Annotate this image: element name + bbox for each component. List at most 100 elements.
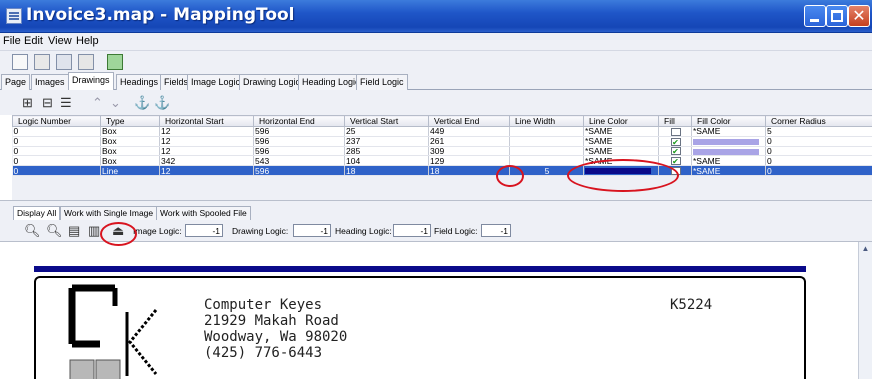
cell-hend[interactable]: 596 xyxy=(253,136,345,147)
cell-logic[interactable]: 0 xyxy=(12,126,101,137)
cell-type[interactable]: Line xyxy=(100,165,160,176)
cell-fill-color[interactable]: *SAME xyxy=(691,126,766,137)
cell-width[interactable] xyxy=(509,136,584,147)
vertical-scrollbar[interactable]: ▲ xyxy=(858,242,872,379)
cell-hstart[interactable]: 12 xyxy=(159,126,254,137)
zoom-out-icon[interactable]: 🔍︎ xyxy=(24,224,41,238)
tab-image-logic[interactable]: Image Logic xyxy=(187,74,245,90)
cell-line-color[interactable]: *SAME xyxy=(583,146,659,157)
add-row-icon[interactable]: ⊞ xyxy=(22,96,33,110)
menu-help[interactable]: Help xyxy=(76,35,99,47)
cell-logic[interactable]: 0 xyxy=(12,136,101,147)
cell-radius[interactable]: 0 xyxy=(765,165,872,176)
document-preview[interactable]: Computer Keyes 21929 Makah Road Woodway,… xyxy=(0,242,858,379)
scroll-up-icon[interactable]: ▲ xyxy=(860,243,871,255)
cell-hend[interactable]: 596 xyxy=(253,126,345,137)
tab-heading-logic[interactable]: Heading Logic xyxy=(298,74,364,90)
menu-edit[interactable]: Edit xyxy=(24,35,43,47)
col-horizontal-end[interactable]: Horizontal End xyxy=(253,115,345,127)
close-button[interactable]: ✕ xyxy=(848,5,870,27)
cell-radius[interactable]: 0 xyxy=(765,136,872,147)
save-icon[interactable] xyxy=(56,54,72,70)
cell-hstart[interactable]: 12 xyxy=(159,136,254,147)
table-row-selected[interactable]: 0 Line 12 596 18 18 5 *SAME 0 xyxy=(12,165,872,176)
col-logic-number[interactable]: Logic Number xyxy=(12,115,101,127)
cell-vstart[interactable]: 237 xyxy=(344,136,429,147)
col-vertical-end[interactable]: Vertical End xyxy=(428,115,510,127)
tab-drawing-logic[interactable]: Drawing Logic xyxy=(239,74,305,90)
drawing-logic-spinner[interactable]: -1 xyxy=(293,224,331,237)
col-fill-color[interactable]: Fill Color xyxy=(691,115,766,127)
open-folder-icon[interactable] xyxy=(34,54,50,70)
cell-type[interactable]: Box xyxy=(100,146,160,157)
heading-logic-spinner[interactable]: -1 xyxy=(393,224,431,237)
cell-width[interactable] xyxy=(509,146,584,157)
insert-row-icon[interactable]: ⊟ xyxy=(42,96,53,110)
tab-drawings[interactable]: Drawings xyxy=(68,72,114,90)
tab-images[interactable]: Images xyxy=(31,74,69,90)
tab-work-spooled-file[interactable]: Work with Spooled File xyxy=(156,206,251,220)
cell-type[interactable]: Box xyxy=(100,126,160,137)
cell-vend[interactable]: 309 xyxy=(428,146,510,157)
cell-vend[interactable]: 129 xyxy=(428,155,510,166)
cell-hend[interactable]: 543 xyxy=(253,155,345,166)
cell-fill-color[interactable]: *SAME xyxy=(691,165,766,176)
cell-type[interactable]: Box xyxy=(100,136,160,147)
col-fill[interactable]: Fill xyxy=(658,115,692,127)
new-file-icon[interactable] xyxy=(12,54,28,70)
cell-hend[interactable]: 596 xyxy=(253,165,345,176)
col-line-color[interactable]: Line Color xyxy=(583,115,659,127)
fill-checkbox[interactable]: ✔ xyxy=(670,147,681,155)
cell-hstart[interactable]: 12 xyxy=(159,165,254,176)
table-row[interactable]: 0 Box 342 543 104 129 *SAME ✔ *SAME 0 xyxy=(12,155,872,166)
minimize-button[interactable] xyxy=(804,5,826,27)
cell-fill-color[interactable] xyxy=(691,146,766,157)
anchor-icon[interactable]: ⚓ xyxy=(134,96,150,110)
remove-anchor-icon[interactable]: ⚓ xyxy=(154,96,170,110)
col-corner-radius[interactable]: Corner Radius xyxy=(765,115,872,127)
cell-radius[interactable]: 0 xyxy=(765,146,872,157)
cell-vend[interactable]: 261 xyxy=(428,136,510,147)
cell-hstart[interactable]: 342 xyxy=(159,155,254,166)
cell-vstart[interactable]: 25 xyxy=(344,126,429,137)
table-row[interactable]: 0 Box 12 596 285 309 *SAME ✔ 0 xyxy=(12,146,872,157)
cell-radius[interactable]: 0 xyxy=(765,155,872,166)
cell-logic[interactable]: 0 xyxy=(12,146,101,157)
cell-line-color[interactable]: *SAME xyxy=(583,136,659,147)
cell-fill[interactable]: ✔ xyxy=(658,136,692,147)
col-horizontal-start[interactable]: Horizontal Start xyxy=(159,115,254,127)
tab-display-all[interactable]: Display All xyxy=(13,206,61,220)
tab-work-single-image[interactable]: Work with Single Image xyxy=(60,206,158,220)
drawn-line[interactable] xyxy=(34,266,806,272)
table-row[interactable]: 0 Box 12 596 25 449 *SAME *SAME 5 xyxy=(12,126,872,137)
col-vertical-start[interactable]: Vertical Start xyxy=(344,115,429,127)
cell-hend[interactable]: 596 xyxy=(253,146,345,157)
cell-fill[interactable] xyxy=(658,126,692,137)
cell-vstart[interactable]: 104 xyxy=(344,155,429,166)
fill-checkbox[interactable] xyxy=(670,127,681,136)
cell-fill-color[interactable]: *SAME xyxy=(691,155,766,166)
tab-field-logic[interactable]: Field Logic xyxy=(356,74,408,90)
fill-checkbox[interactable]: ✔ xyxy=(670,157,681,165)
cell-fill-color[interactable] xyxy=(691,136,766,147)
table-row[interactable]: 0 Box 12 596 237 261 *SAME ✔ 0 xyxy=(12,136,872,147)
delete-row-icon[interactable]: ☰ xyxy=(60,96,72,110)
cell-width[interactable] xyxy=(509,155,584,166)
menu-file[interactable]: File xyxy=(3,35,21,47)
move-down-icon[interactable]: ⌄ xyxy=(110,96,121,110)
cell-line-color[interactable]: *SAME xyxy=(583,126,659,137)
cell-logic[interactable]: 0 xyxy=(12,165,101,176)
move-up-icon[interactable]: ⌃ xyxy=(92,96,103,110)
col-line-width[interactable]: Line Width xyxy=(509,115,584,127)
page-icon[interactable]: ▤ xyxy=(68,224,80,238)
fill-checkbox[interactable]: ✔ xyxy=(670,137,681,146)
zoom-in-icon[interactable]: 🔍︎ xyxy=(46,224,63,238)
maximize-button[interactable] xyxy=(826,5,848,27)
menu-view[interactable]: View xyxy=(48,35,72,47)
cell-hstart[interactable]: 12 xyxy=(159,146,254,157)
cell-logic[interactable]: 0 xyxy=(12,155,101,166)
cell-vstart[interactable]: 18 xyxy=(344,165,429,176)
tab-page[interactable]: Page xyxy=(1,74,31,90)
page-alt-icon[interactable]: ▥ xyxy=(88,224,100,238)
field-logic-spinner[interactable]: -1 xyxy=(481,224,511,237)
